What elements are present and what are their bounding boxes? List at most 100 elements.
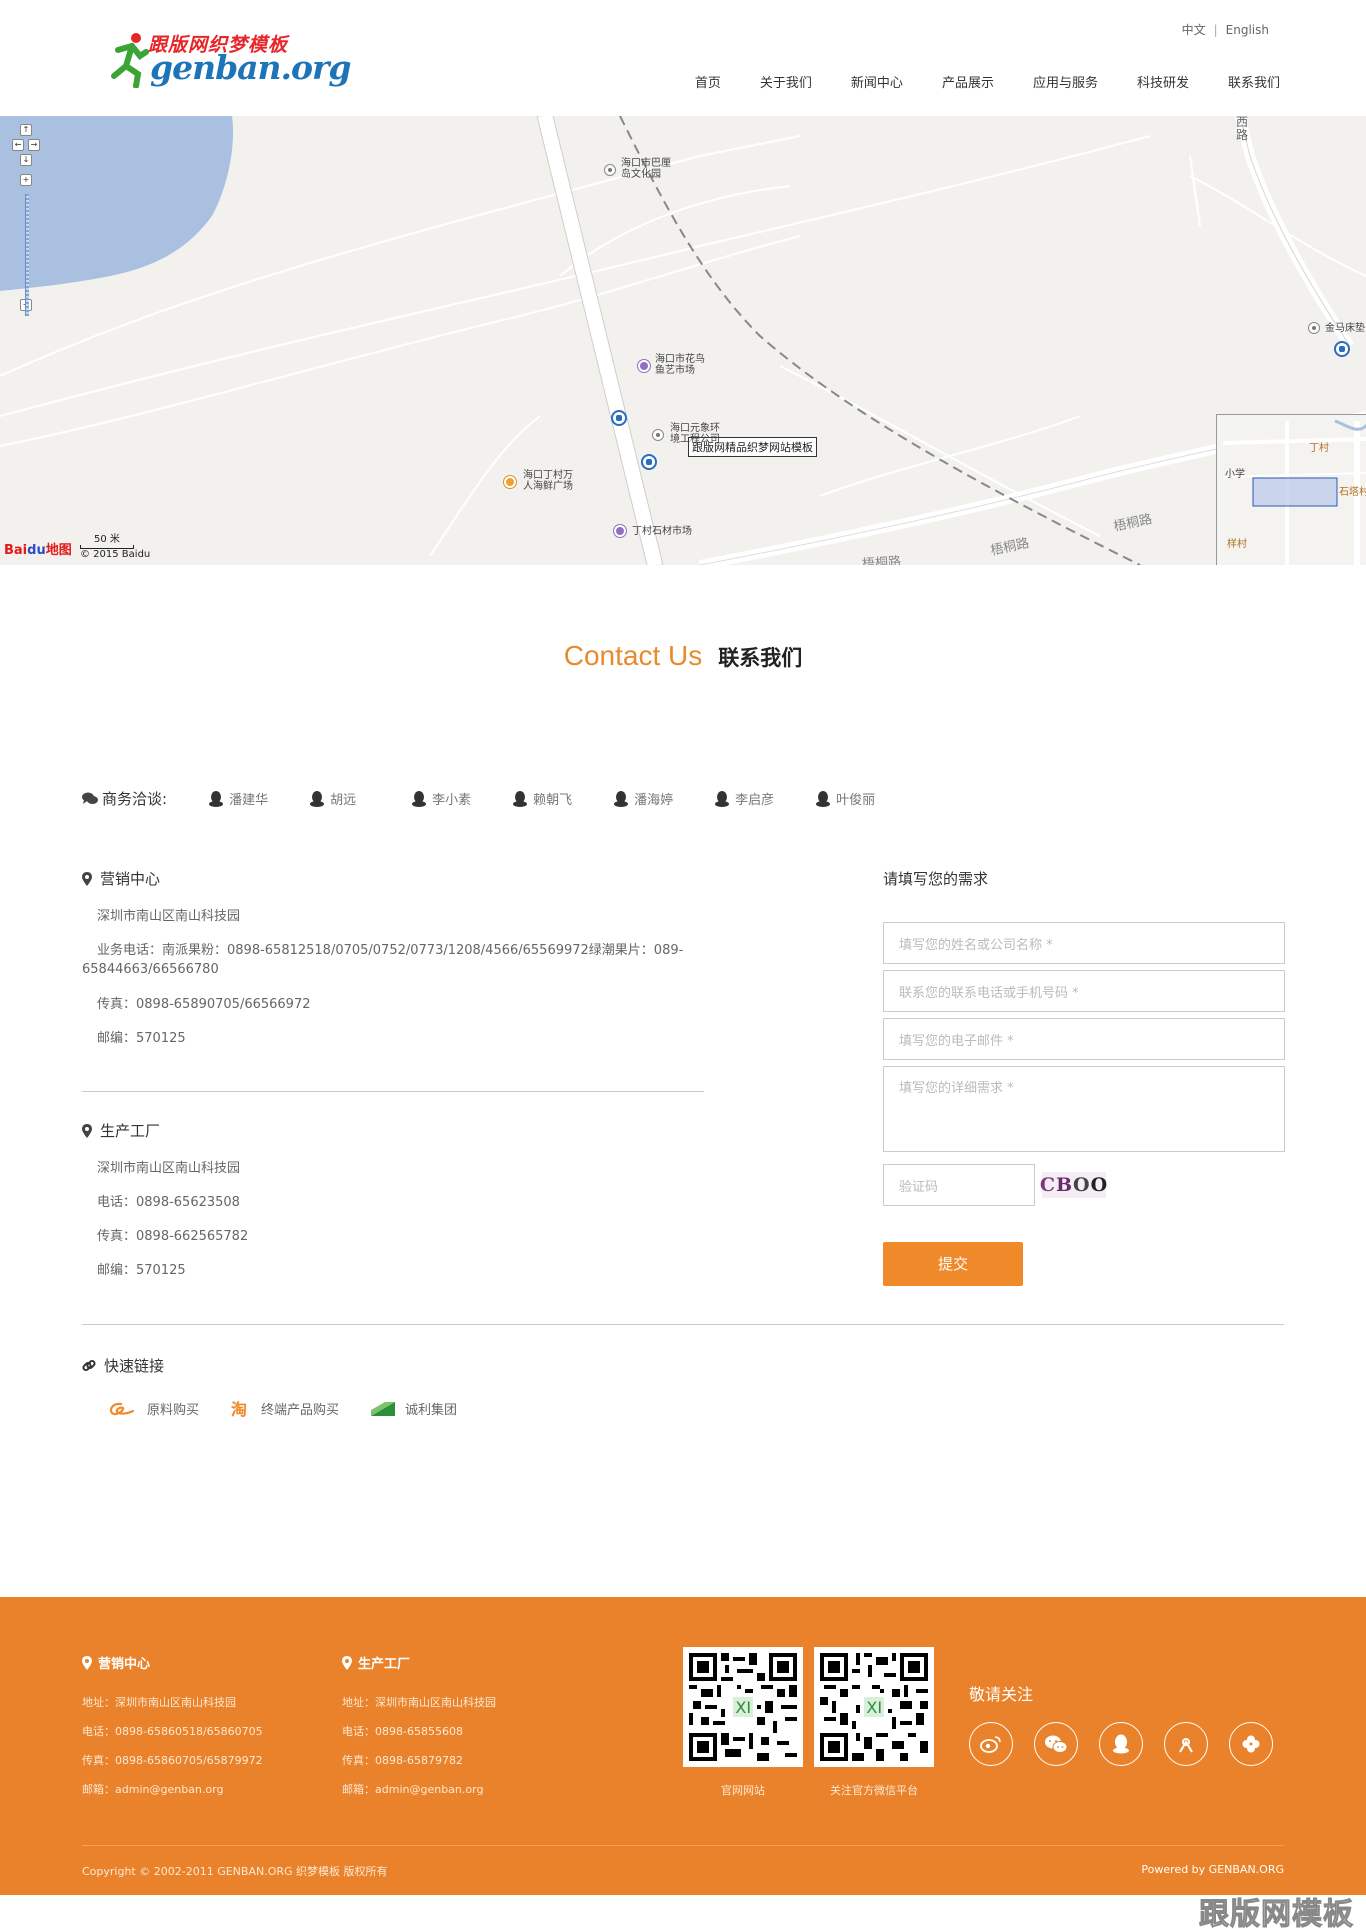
detail-textarea[interactable]: 填写您的详细需求 * bbox=[883, 1066, 1285, 1152]
poi-food-icon[interactable] bbox=[504, 476, 516, 488]
email-input[interactable]: 填写您的电子邮件 * bbox=[883, 1018, 1285, 1060]
qq-contact-name: 李小素 bbox=[432, 793, 472, 808]
poi-label-jinma: 金马床垫 bbox=[1325, 323, 1365, 334]
qq-contact-name: 胡远 bbox=[330, 793, 357, 808]
overview-label: 小学 bbox=[1225, 469, 1245, 480]
nav-home[interactable]: 首页 bbox=[695, 72, 721, 91]
poi-icon[interactable] bbox=[1308, 322, 1320, 334]
poi-label-haixian: 海口丁村万 人海鲜广场 bbox=[523, 470, 573, 492]
zoom-slider[interactable] bbox=[25, 194, 29, 316]
site-logo[interactable]: 跟版网织梦模板 genban.org bbox=[110, 28, 351, 92]
chengli-logo-icon bbox=[371, 1401, 396, 1416]
contact-title-cn: 联系我们 bbox=[718, 646, 803, 670]
footer-powered-by[interactable]: Powered by GENBAN.ORG bbox=[1141, 1863, 1284, 1876]
footer-factory-address: 地址：深圳市南山区南山科技园 bbox=[342, 1696, 496, 1709]
poi-icon[interactable] bbox=[604, 164, 616, 176]
footer-sales-center: 营销中心 地址：深圳市南山区南山科技园 电话：0898-65860518/658… bbox=[82, 1653, 263, 1804]
nav-services[interactable]: 应用与服务 bbox=[1033, 72, 1098, 91]
sales-zip: 邮编：570125 bbox=[97, 1031, 186, 1046]
bus-stop-icon[interactable] bbox=[1334, 341, 1350, 357]
factory-fax: 传真：0898-662565782 bbox=[97, 1229, 249, 1244]
footer-sales-heading: 营销中心 bbox=[82, 1653, 263, 1672]
weibo-button[interactable] bbox=[969, 1722, 1013, 1766]
qq-contact-link[interactable]: 叶俊丽 bbox=[816, 789, 875, 808]
map-overview-inset[interactable]: 丁村 小学 石塔村 样村 bbox=[1216, 414, 1366, 565]
pan-up-button[interactable]: ↑ bbox=[20, 124, 32, 136]
footer-divider bbox=[82, 1845, 1284, 1846]
qq-contact-link[interactable]: 李启彦 bbox=[715, 789, 774, 808]
business-contacts-label: 商务洽谈: bbox=[102, 790, 168, 808]
wechat-qr-caption: 关注官方微信平台 bbox=[830, 1784, 918, 1797]
qr-code-graphic: XI bbox=[689, 1653, 797, 1761]
nav-about[interactable]: 关于我们 bbox=[760, 72, 812, 91]
footer: 营销中心 地址：深圳市南山区南山科技园 电话：0898-65860518/658… bbox=[0, 1597, 1366, 1895]
baidu-logo-du: du bbox=[27, 543, 46, 558]
footer-copyright: Copyright © 2002-2011 GENBAN.ORG 织梦模板 版权… bbox=[82, 1865, 388, 1878]
bus-stop-icon[interactable] bbox=[641, 454, 657, 470]
nav-contact[interactable]: 联系我们 bbox=[1228, 72, 1280, 91]
poi-shop-icon[interactable] bbox=[614, 525, 626, 537]
poi-label-yuanxiang: 海口元象环 境工程公司 bbox=[670, 423, 720, 445]
pan-left-button[interactable]: ← bbox=[12, 139, 24, 151]
lang-en-link[interactable]: English bbox=[1226, 23, 1269, 37]
map-background bbox=[0, 116, 1366, 565]
clover-button[interactable] bbox=[1229, 1722, 1273, 1766]
phone-input[interactable]: 联系您的联系电话或手机号码 * bbox=[883, 970, 1285, 1012]
captcha-image[interactable]: CBOO bbox=[1039, 1172, 1107, 1198]
footer-sales-title: 营销中心 bbox=[98, 1657, 151, 1672]
qq-contact-link[interactable]: 赖朝飞 bbox=[513, 789, 572, 808]
poi-icon[interactable] bbox=[652, 429, 664, 441]
road-label: 西 路 bbox=[1236, 116, 1249, 142]
footer-sales-email[interactable]: 邮箱：admin@genban.org bbox=[82, 1775, 263, 1804]
qq-contact-link[interactable]: 李小素 bbox=[412, 789, 471, 808]
poi-shop-icon[interactable] bbox=[638, 360, 650, 372]
map-scale: 50 米 bbox=[80, 530, 134, 549]
location-pin-icon bbox=[82, 1123, 92, 1138]
submit-button[interactable]: 提交 bbox=[883, 1242, 1023, 1286]
quick-links: 原料购买 淘 终端产品购买 诚利集团 bbox=[82, 1399, 489, 1418]
weibo-icon bbox=[980, 1736, 1001, 1753]
qq-icon bbox=[1113, 1734, 1129, 1754]
poi-label-huaniao: 海口市花鸟 鱼艺市场 bbox=[655, 354, 705, 376]
pan-right-button[interactable]: → bbox=[28, 139, 40, 151]
qq-contact-link[interactable]: 潘海婷 bbox=[614, 789, 673, 808]
main-nav: 首页 关于我们 新闻中心 产品展示 应用与服务 科技研发 联系我们 bbox=[656, 72, 1280, 91]
footer-factory-title: 生产工厂 bbox=[358, 1657, 411, 1672]
svg-text:淘: 淘 bbox=[231, 1400, 247, 1418]
qq-icon bbox=[715, 790, 730, 807]
factory-address: 深圳市南山区南山科技园 bbox=[97, 1161, 241, 1176]
nav-research[interactable]: 科技研发 bbox=[1137, 72, 1189, 91]
factory-phone: 电话：0898-65623508 bbox=[97, 1195, 240, 1210]
captcha-char: C bbox=[1039, 1174, 1056, 1196]
footer-factory-phone: 电话：0898-65855608 bbox=[342, 1725, 463, 1738]
nav-products[interactable]: 产品展示 bbox=[942, 72, 994, 91]
captcha-input[interactable]: 验证码 bbox=[883, 1164, 1035, 1206]
baidu-map[interactable]: ↑ ← → ↓ + − 海口市巴厘 岛文化园 跟版网精品织梦网站模板 海口市花鸟… bbox=[0, 116, 1366, 565]
quick-link-taobao[interactable]: 淘 终端产品购买 bbox=[231, 1399, 340, 1419]
contact-heading: Contact Us 联系我们 bbox=[0, 640, 1366, 672]
header: 跟版网织梦模板 genban.org 中文 | English 首页 关于我们 新闻… bbox=[0, 0, 1366, 116]
poi-label-shicai: 丁村石材市场 bbox=[632, 526, 692, 537]
road-label: 梧桐路 bbox=[861, 554, 902, 565]
zoom-in-button[interactable]: + bbox=[20, 174, 32, 186]
quick-link-label: 终端产品购买 bbox=[261, 1403, 340, 1418]
lang-zh-link[interactable]: 中文 bbox=[1182, 23, 1206, 37]
quick-link-alibaba[interactable]: 原料购买 bbox=[107, 1399, 199, 1418]
taobao-logo-icon: 淘 bbox=[231, 1400, 247, 1418]
nav-news[interactable]: 新闻中心 bbox=[851, 72, 903, 91]
sales-address: 深圳市南山区南山科技园 bbox=[97, 909, 241, 924]
name-input[interactable]: 填写您的姓名或公司名称 * bbox=[883, 922, 1285, 964]
footer-factory-email[interactable]: 邮箱：admin@genban.org bbox=[342, 1775, 496, 1804]
captcha-char: O bbox=[1073, 1174, 1091, 1196]
qq-contact-link[interactable]: 胡远 bbox=[310, 789, 356, 808]
douban-button[interactable] bbox=[1164, 1722, 1208, 1766]
bus-stop-icon[interactable] bbox=[611, 410, 627, 426]
footer-factory: 生产工厂 地址：深圳市南山区南山科技园 电话：0898-65855608 传真：… bbox=[342, 1653, 496, 1804]
qq-contact-link[interactable]: 潘建华 bbox=[209, 789, 268, 808]
qq-contact-name: 叶俊丽 bbox=[836, 793, 876, 808]
pan-down-button[interactable]: ↓ bbox=[20, 154, 32, 166]
qq-button[interactable] bbox=[1099, 1722, 1143, 1766]
wechat-button[interactable] bbox=[1034, 1722, 1078, 1766]
sales-center-title: 营销中心 bbox=[100, 870, 161, 888]
quick-link-chengli[interactable]: 诚利集团 bbox=[371, 1399, 457, 1418]
